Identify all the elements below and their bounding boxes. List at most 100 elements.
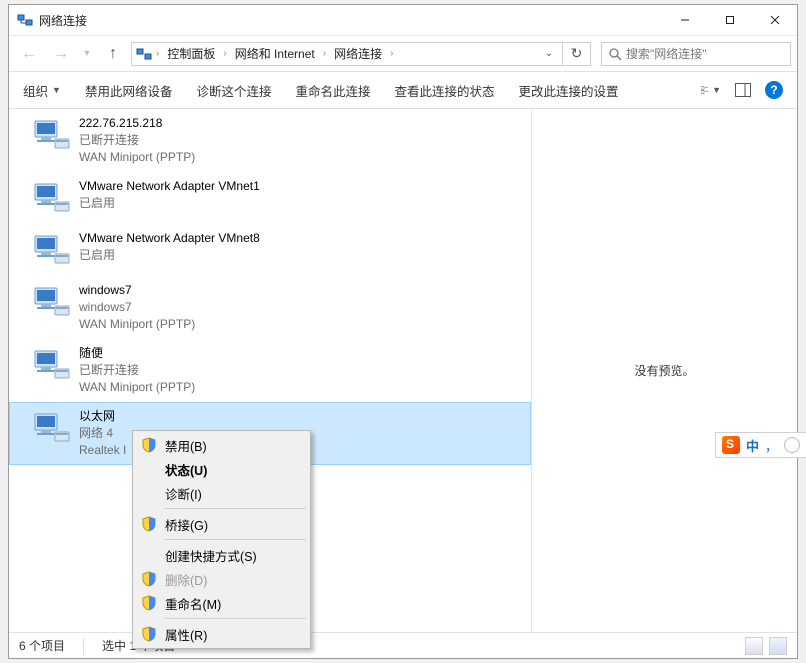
connection-status: 网络 4 xyxy=(79,425,126,442)
connection-status: windows7 xyxy=(79,299,195,316)
shield-icon xyxy=(141,437,157,453)
diagnose-button[interactable]: 诊断这个连接 xyxy=(196,81,271,100)
connection-name: 以太网 xyxy=(79,408,126,425)
breadcrumb-network-connections[interactable]: 网络连接 xyxy=(330,45,386,62)
connection-item[interactable]: 222.76.215.218 已断开连接 WAN Miniport (PPTP) xyxy=(9,109,531,172)
chevron-right-icon[interactable]: › xyxy=(156,48,159,59)
statusbar: 6 个项目 选中 1 个项目 xyxy=(9,632,797,658)
breadcrumb-control-panel[interactable]: 控制面板 xyxy=(163,45,219,62)
connection-device: WAN Miniport (PPTP) xyxy=(79,316,195,333)
connection-status: 已启用 xyxy=(79,195,260,212)
menu-item[interactable]: 桥接(G) xyxy=(135,512,308,536)
forward-button[interactable]: → xyxy=(47,40,75,68)
menu-item-label: 删除(D) xyxy=(165,570,207,589)
organize-button[interactable]: 组织▼ xyxy=(23,81,61,100)
connection-name: 随便 xyxy=(79,345,195,362)
titlebar: 网络连接 xyxy=(9,5,797,35)
connection-item[interactable]: VMware Network Adapter VMnet1 已启用 xyxy=(9,172,531,224)
sogou-ime-icon[interactable] xyxy=(722,436,740,454)
connection-name: VMware Network Adapter VMnet1 xyxy=(79,178,260,195)
menu-item-label: 属性(R) xyxy=(165,625,207,644)
chevron-right-icon[interactable]: › xyxy=(323,48,326,59)
navbar: ← → ▾ ↑ › 控制面板 › 网络和 Internet › 网络连接 › ⌄… xyxy=(9,35,797,71)
connection-status: 已断开连接 xyxy=(79,132,195,149)
menu-item-label: 状态(U) xyxy=(165,460,207,479)
network-adapter-icon xyxy=(31,230,71,270)
connection-name: VMware Network Adapter VMnet8 xyxy=(79,230,260,247)
chevron-right-icon[interactable]: › xyxy=(223,48,226,59)
address-dropdown-icon[interactable]: ⌄ xyxy=(540,48,558,59)
body: 222.76.215.218 已断开连接 WAN Miniport (PPTP)… xyxy=(9,109,797,632)
view-status-button[interactable]: 查看此连接的状态 xyxy=(394,81,494,100)
menu-item[interactable]: 状态(U) xyxy=(135,457,308,481)
shield-icon xyxy=(141,571,157,587)
large-icons-view-icon[interactable] xyxy=(769,637,787,655)
network-adapter-icon xyxy=(31,178,71,218)
window-icon xyxy=(17,12,33,28)
preview-text: 没有预览。 xyxy=(634,362,694,379)
network-adapter-icon xyxy=(31,282,71,322)
network-adapter-icon xyxy=(31,115,71,155)
menu-item-label: 重命名(M) xyxy=(165,594,221,613)
shield-icon xyxy=(141,595,157,611)
maximize-button[interactable] xyxy=(707,5,752,35)
preview-pane-toggle[interactable] xyxy=(733,80,753,100)
connection-device: WAN Miniport (PPTP) xyxy=(79,379,195,396)
breadcrumb-network-internet[interactable]: 网络和 Internet xyxy=(231,45,319,62)
minimize-button[interactable] xyxy=(662,5,707,35)
close-button[interactable] xyxy=(752,5,797,35)
network-adapter-icon xyxy=(31,408,71,448)
connection-name: 222.76.215.218 xyxy=(79,115,195,132)
refresh-button[interactable]: ↻ xyxy=(563,42,591,66)
address-bar[interactable]: › 控制面板 › 网络和 Internet › 网络连接 › ⌄ xyxy=(131,42,563,66)
menu-separator xyxy=(165,539,306,540)
up-button[interactable]: ↑ xyxy=(99,40,127,68)
menu-separator xyxy=(165,508,306,509)
context-menu: 禁用(B) 状态(U) 诊断(I) 桥接(G) 创建快捷方式(S) 删除(D) 重命名(M)… xyxy=(132,430,311,649)
ime-bar[interactable]: 中 ， xyxy=(715,432,806,458)
address-icon xyxy=(136,46,152,62)
toolbar: 组织▼ 禁用此网络设备 诊断这个连接 重命名此连接 查看此连接的状态 更改此连接… xyxy=(9,71,797,109)
help-button[interactable]: ? xyxy=(765,81,783,99)
details-view-icon[interactable] xyxy=(745,637,763,655)
back-button[interactable]: ← xyxy=(15,40,43,68)
search-input[interactable]: 搜索"网络连接" xyxy=(601,42,791,66)
menu-item-label: 禁用(B) xyxy=(165,436,207,455)
connection-device: WAN Miniport (PPTP) xyxy=(79,149,195,166)
ime-punct[interactable]: ， xyxy=(765,436,778,455)
menu-item[interactable]: 创建快捷方式(S) xyxy=(135,543,308,567)
menu-item-label: 诊断(I) xyxy=(165,484,202,503)
disable-device-button[interactable]: 禁用此网络设备 xyxy=(85,81,173,100)
connection-status: 已启用 xyxy=(79,247,260,264)
shield-icon xyxy=(141,626,157,642)
recent-dropdown[interactable]: ▾ xyxy=(79,40,95,68)
connection-item[interactable]: windows7 windows7 WAN Miniport (PPTP) xyxy=(9,276,531,339)
connection-item[interactable]: VMware Network Adapter VMnet8 已启用 xyxy=(9,224,531,276)
shield-icon xyxy=(141,516,157,532)
change-settings-button[interactable]: 更改此连接的设置 xyxy=(519,81,619,100)
preview-pane: 没有预览。 xyxy=(531,109,797,632)
menu-item[interactable]: 属性(R) xyxy=(135,622,308,646)
connection-status: 已断开连接 xyxy=(79,362,195,379)
menu-item[interactable]: 重命名(M) xyxy=(135,591,308,615)
connection-name: windows7 xyxy=(79,282,195,299)
network-connections-window: 网络连接 ← → ▾ ↑ › 控制面板 › 网络和 Internet › 网络连… xyxy=(8,4,798,659)
chevron-right-icon[interactable]: › xyxy=(390,48,393,59)
status-item-count: 6 个项目 xyxy=(19,637,65,654)
search-placeholder: 搜索"网络连接" xyxy=(626,45,707,62)
menu-item-label: 创建快捷方式(S) xyxy=(165,546,257,565)
menu-item[interactable]: 禁用(B) xyxy=(135,433,308,457)
menu-separator xyxy=(165,618,306,619)
ime-face-icon[interactable] xyxy=(784,437,800,453)
menu-item-label: 桥接(G) xyxy=(165,515,208,534)
connection-device: Realtek I xyxy=(79,442,126,459)
menu-item[interactable]: 诊断(I) xyxy=(135,481,308,505)
network-adapter-icon xyxy=(31,345,71,385)
connection-item[interactable]: 随便 已断开连接 WAN Miniport (PPTP) xyxy=(9,339,531,402)
window-title: 网络连接 xyxy=(39,12,87,29)
ime-mode[interactable]: 中 xyxy=(746,436,759,455)
menu-item: 删除(D) xyxy=(135,567,308,591)
search-icon xyxy=(608,47,622,61)
rename-button[interactable]: 重命名此连接 xyxy=(295,81,370,100)
view-options-button[interactable]: ▼ xyxy=(701,80,721,100)
